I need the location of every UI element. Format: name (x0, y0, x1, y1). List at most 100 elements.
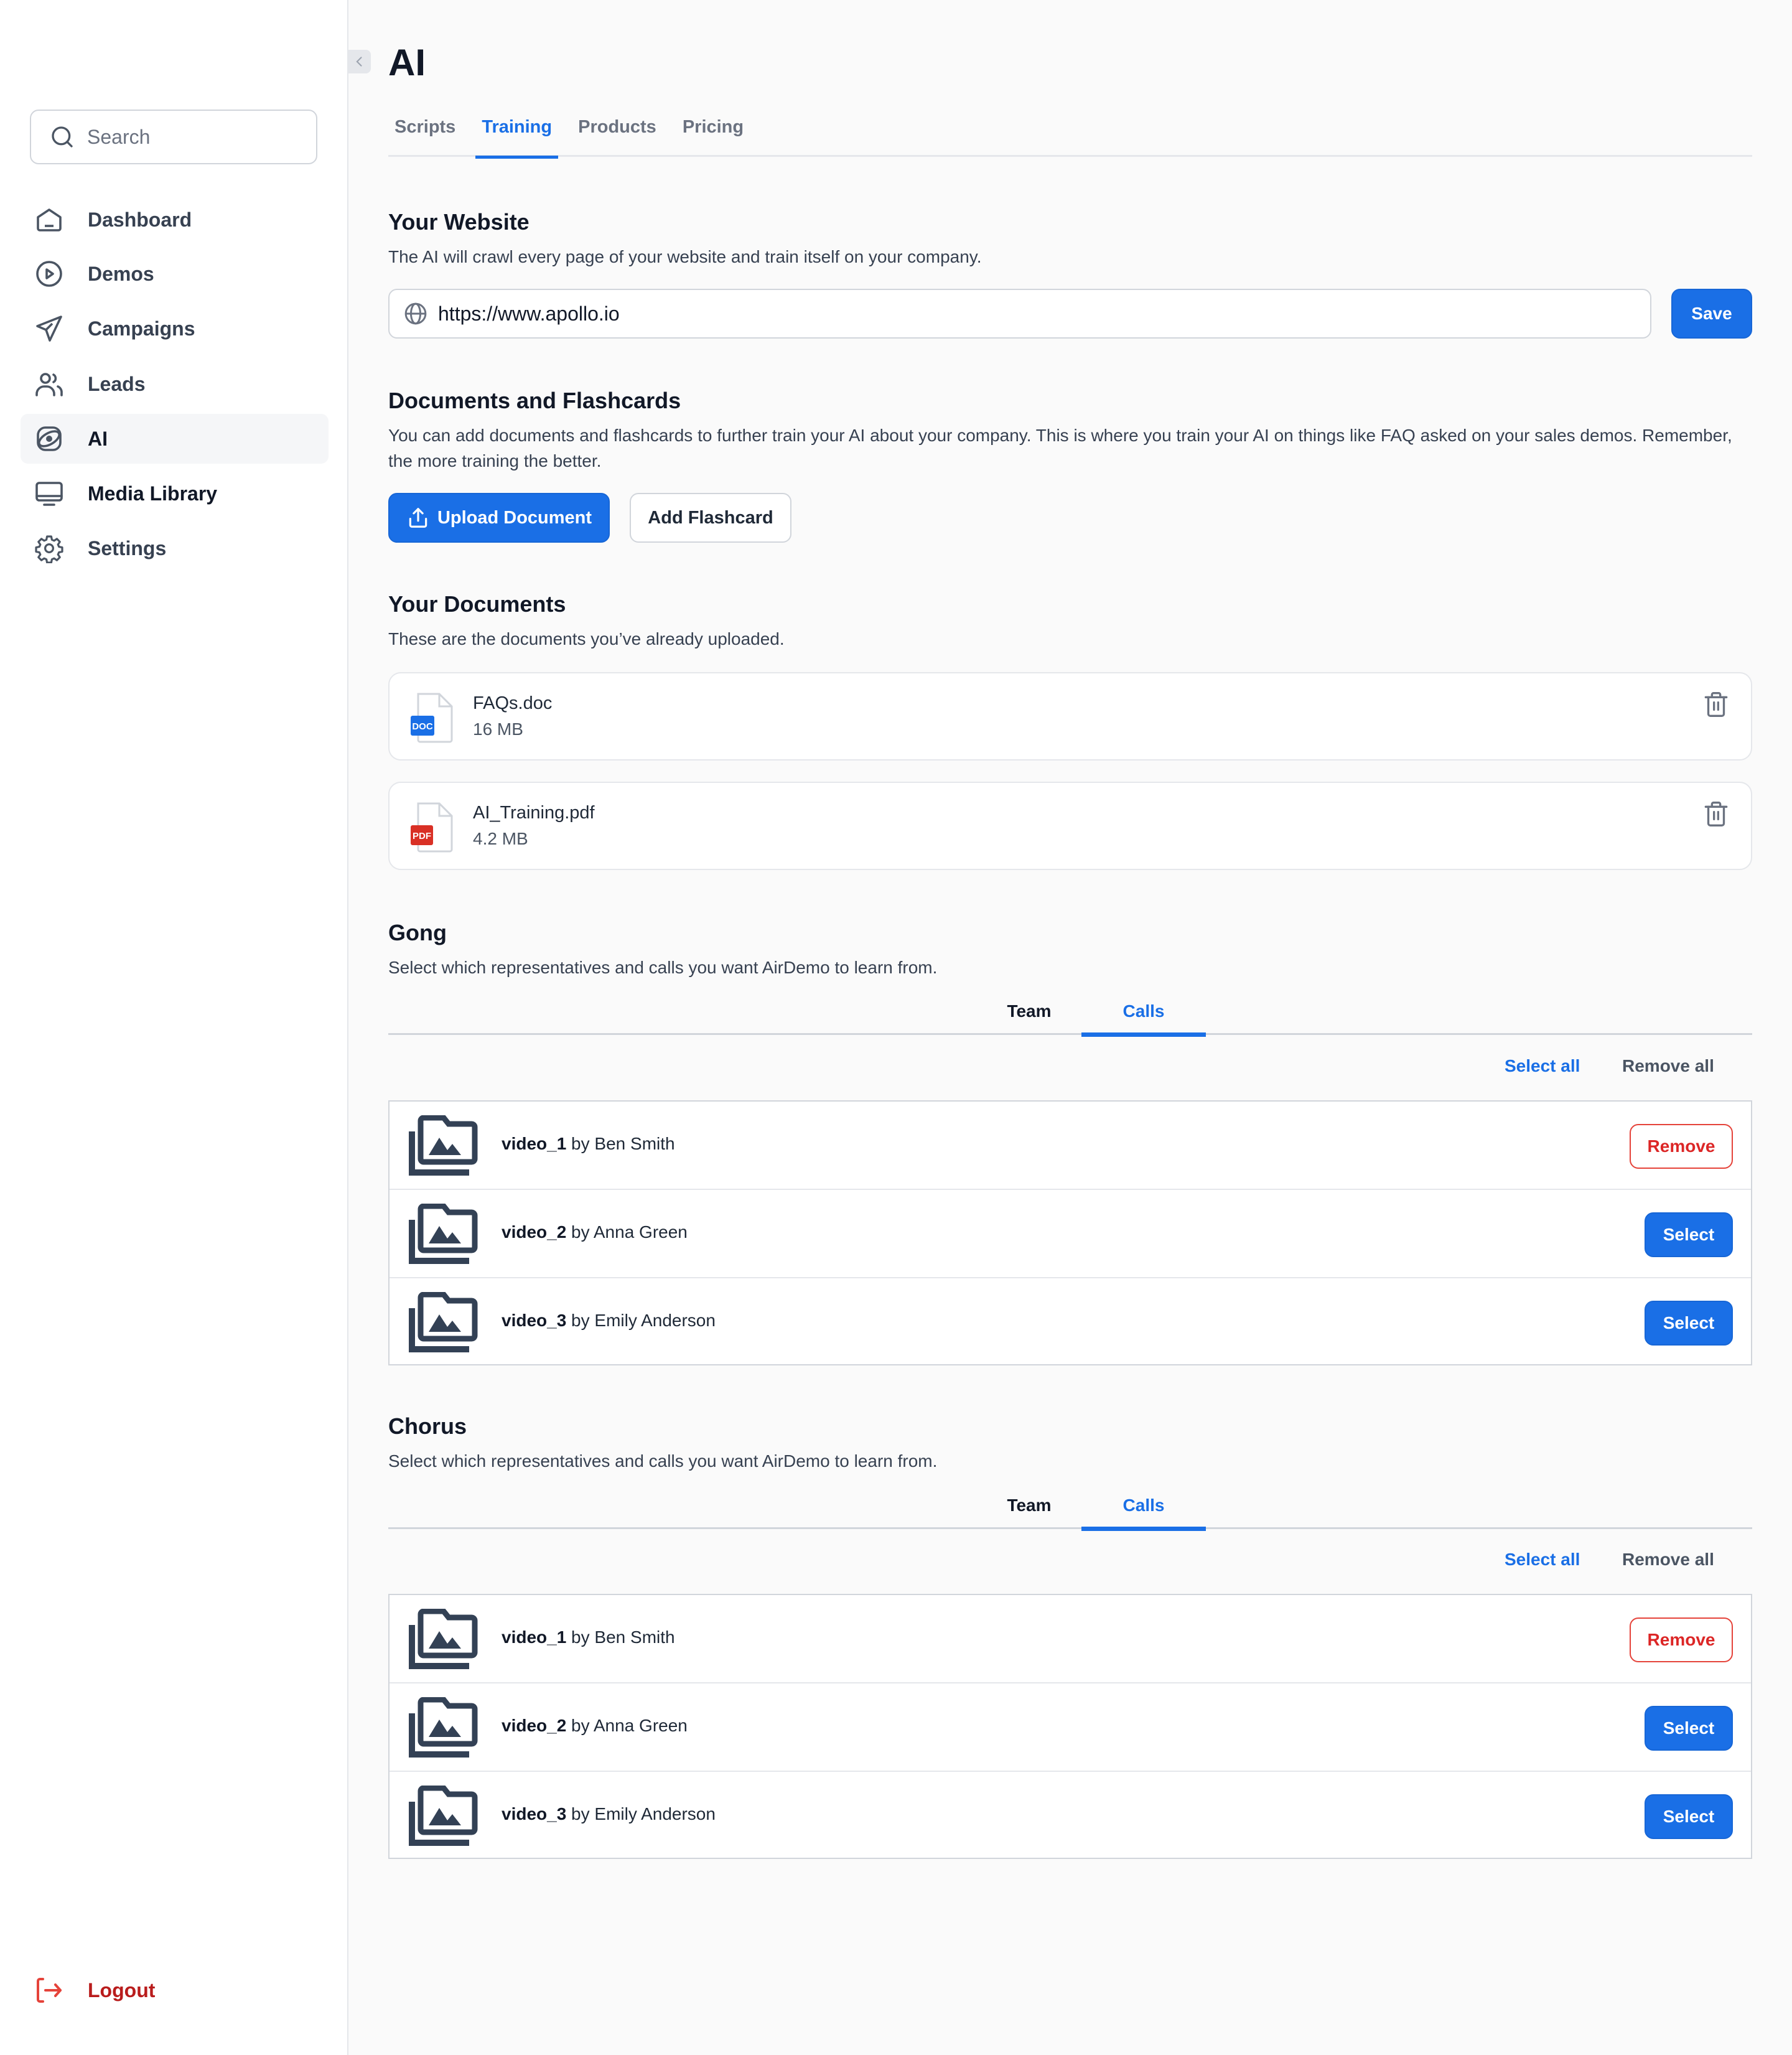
chorus-heading: Chorus (388, 1413, 467, 1439)
call-row: video_3 by Emily Anderson Select (390, 1772, 1751, 1860)
sidebar-item-label: Demos (88, 262, 154, 285)
chorus-tab-team[interactable]: Team (979, 1492, 1079, 1529)
logout-label: Logout (88, 1978, 156, 2001)
call-video-name: video_3 (502, 1311, 567, 1330)
docs-flashcards-heading: Documents and Flashcards (388, 388, 681, 413)
chorus-remove-all-link[interactable]: Remove all (1622, 1550, 1714, 1570)
doc-file-icon: DOC (411, 693, 453, 743)
gear-icon (35, 535, 63, 563)
call-video-name: video_1 (502, 1134, 567, 1153)
tab-training[interactable]: Training (475, 113, 558, 159)
select-button[interactable]: Select (1645, 1706, 1733, 1751)
pdf-badge-text: PDF (413, 831, 431, 841)
add-flashcard-button[interactable]: Add Flashcard (630, 493, 791, 543)
document-size: 16 MB (473, 719, 523, 739)
atom-icon (37, 426, 62, 451)
sidebar-item-dashboard[interactable]: Dashboard (21, 195, 329, 245)
save-button[interactable]: Save (1671, 289, 1752, 339)
remove-button[interactable]: Remove (1630, 1124, 1733, 1169)
gong-subtabs: Team Calls (388, 998, 1752, 1037)
sidebar-item-label: Campaigns (88, 317, 195, 340)
play-circle-icon (36, 261, 62, 287)
call-label: video_1 by Ben Smith (502, 1627, 675, 1647)
gong-heading: Gong (388, 920, 447, 945)
call-row: video_3 by Emily Anderson Select (390, 1278, 1751, 1367)
sidebar-item-campaigns[interactable]: Campaigns (21, 304, 329, 353)
select-button[interactable]: Select (1645, 1794, 1733, 1839)
call-author: by Anna Green (566, 1716, 688, 1735)
sidebar-item-label: Dashboard (88, 208, 192, 231)
document-card[interactable]: DOC FAQs.doc 16 MB (388, 672, 1752, 761)
media-folder-icon (409, 1609, 478, 1669)
chorus-tab-calls[interactable]: Calls (1081, 1492, 1206, 1531)
chorus-description: Select which representatives and calls y… (388, 1451, 938, 1471)
remove-button[interactable]: Remove (1630, 1617, 1733, 1662)
website-url-input[interactable] (438, 302, 1620, 325)
call-label: video_3 by Emily Anderson (502, 1311, 716, 1331)
search-input[interactable] (87, 125, 299, 149)
call-video-name: video_3 (502, 1804, 567, 1823)
website-heading: Your Website (388, 209, 530, 235)
call-video-name: video_2 (502, 1222, 567, 1242)
sidebar-item-demos[interactable]: Demos (21, 249, 329, 299)
gong-select-all-link[interactable]: Select all (1505, 1056, 1580, 1076)
your-documents-heading: Your Documents (388, 591, 566, 617)
document-name: FAQs.doc (473, 693, 553, 713)
call-row: video_2 by Anna Green Select (390, 1190, 1751, 1278)
upload-document-label: Upload Document (437, 507, 592, 528)
sidebar-item-settings[interactable]: Settings (21, 523, 329, 573)
gong-call-list: video_1 by Ben Smith Remove video_2 by A… (388, 1100, 1752, 1365)
gong-tab-team[interactable]: Team (979, 998, 1079, 1035)
media-folder-icon (409, 1292, 478, 1352)
select-button[interactable]: Select (1645, 1301, 1733, 1346)
tab-products[interactable]: Products (572, 113, 663, 157)
monitor-icon (35, 482, 63, 506)
call-author: by Emily Anderson (566, 1311, 716, 1330)
call-label: video_3 by Emily Anderson (502, 1804, 716, 1824)
call-author: by Ben Smith (566, 1627, 675, 1647)
search-box[interactable] (30, 110, 317, 164)
logout-button[interactable]: Logout (21, 1965, 207, 2015)
document-size: 4.2 MB (473, 829, 528, 848)
select-button[interactable]: Select (1645, 1212, 1733, 1257)
sidebar-item-label: Media Library (88, 482, 218, 505)
tab-pricing[interactable]: Pricing (676, 113, 750, 157)
call-row: video_1 by Ben Smith Remove (390, 1102, 1751, 1190)
gong-tab-calls[interactable]: Calls (1081, 998, 1206, 1037)
call-label: video_1 by Ben Smith (502, 1134, 675, 1154)
chevron-left-icon (356, 57, 362, 67)
trash-icon[interactable] (1704, 691, 1729, 718)
upload-icon (409, 508, 427, 528)
website-url-field[interactable] (388, 289, 1651, 339)
gong-remove-all-link[interactable]: Remove all (1622, 1056, 1714, 1076)
your-documents-description: These are the documents you’ve already u… (388, 629, 785, 648)
call-row: video_2 by Anna Green Select (390, 1683, 1751, 1772)
media-folder-icon (409, 1204, 478, 1264)
sidebar-item-leads[interactable]: Leads (21, 359, 329, 409)
globe-icon (404, 302, 427, 325)
chorus-subtabs: Team Calls (388, 1492, 1752, 1531)
main-tabs: Scripts Training Products Pricing (388, 113, 1752, 159)
pdf-file-icon: PDF (411, 802, 453, 853)
call-video-name: video_2 (502, 1716, 567, 1735)
users-icon (35, 373, 63, 396)
trash-icon[interactable] (1704, 800, 1729, 828)
media-folder-icon (409, 1786, 478, 1846)
call-author: by Anna Green (566, 1222, 688, 1242)
send-icon (36, 316, 62, 342)
upload-document-button[interactable]: Upload Document (388, 493, 610, 543)
sidebar-item-media-library[interactable]: Media Library (21, 469, 329, 518)
sidebar-item-ai[interactable]: AI (21, 414, 329, 464)
document-name: AI_Training.pdf (473, 803, 595, 823)
chorus-call-list: video_1 by Ben Smith Remove video_2 by A… (388, 1594, 1752, 1859)
sidebar-item-label: AI (88, 427, 108, 450)
document-card[interactable]: PDF AI_Training.pdf 4.2 MB (388, 782, 1752, 870)
search-icon (52, 126, 73, 147)
collapse-sidebar-button[interactable] (348, 50, 371, 73)
page-title: AI (388, 42, 426, 83)
call-author: by Emily Anderson (566, 1804, 716, 1823)
chorus-select-all-link[interactable]: Select all (1505, 1550, 1580, 1570)
call-row: video_1 by Ben Smith Remove (390, 1595, 1751, 1683)
sidebar-item-label: Leads (88, 372, 146, 395)
tab-scripts[interactable]: Scripts (388, 113, 462, 157)
